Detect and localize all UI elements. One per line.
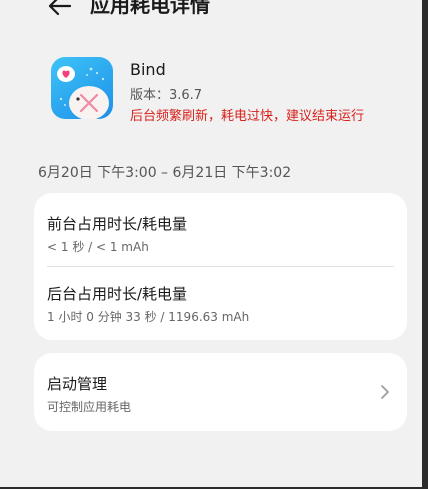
foreground-usage-title: 前台占用时长/耗电量 [47,215,188,233]
back-button[interactable] [44,0,74,22]
app-name: Bind [130,60,166,79]
foreground-usage-value: < 1 秒 / < 1 mAh [47,240,149,254]
header: 应用耗电详情 [0,0,422,24]
startup-management-subtitle: 可控制应用耗电 [47,400,132,414]
background-usage-title: 后台占用时长/耗电量 [47,285,188,303]
bind-logo-icon [57,66,109,119]
app-icon [51,57,113,119]
screen-edge-right [422,0,428,489]
usage-card: 前台占用时长/耗电量 < 1 秒 / < 1 mAh 后台占用时长/耗电量 1 … [34,193,407,340]
background-usage-value: 1 小时 0 分钟 33 秒 / 1196.63 mAh [47,310,250,324]
startup-management-title: 启动管理 [47,375,108,393]
page-title: 应用耗电详情 [90,0,210,17]
back-arrow-icon [48,0,72,16]
app-warning: 后台频繁刷新，耗电过快，建议结束运行 [130,109,365,124]
divider [47,266,394,267]
startup-management-item[interactable]: 启动管理 可控制应用耗电 [34,353,407,431]
date-range: 6月20日 下午3:00 – 6月21日 下午3:02 [38,165,292,181]
chevron-right-icon [381,385,389,399]
app-version: 版本：3.6.7 [130,88,203,103]
